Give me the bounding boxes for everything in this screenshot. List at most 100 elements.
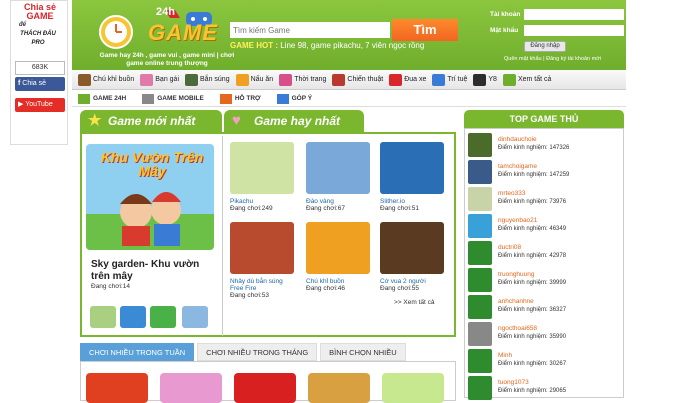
game-name[interactable]: Pikachu [230,198,294,205]
player-avatar[interactable] [468,322,492,346]
password-input[interactable] [524,25,624,36]
game-card[interactable]: Cờ vua 2 người Đang chơi:55 [380,222,444,292]
player-avatar[interactable] [468,376,492,400]
player-avatar[interactable] [468,160,492,184]
player-name[interactable]: dinhdauchoie [498,136,537,143]
category-2[interactable]: Bạn gái [140,73,179,86]
player-name[interactable]: ngocthoai658 [498,325,537,332]
player-row[interactable]: tamchoigame Điểm kinh nghiệm: 147259 [468,159,620,185]
player-avatar[interactable] [468,349,492,373]
player-avatar[interactable] [468,268,492,292]
game-plays: Đang chơi:46 [306,285,345,292]
featured-game-thumbnail[interactable]: Khu Vườn Trên Mây [86,144,214,250]
game-name[interactable]: Cờ vua 2 người [380,278,444,285]
player-name[interactable]: anhchanhne [498,298,534,305]
sub-nav: GAME 24H GAME MOBILE HỖ TRỢ GÓP Ý [72,91,626,107]
ranking-tabs: CHƠI NHIỀU TRONG TUẦN CHƠI NHIỀU TRONG TH… [80,343,456,361]
game-thumbnail[interactable] [306,222,370,274]
category-5[interactable]: Thời trang [279,73,327,86]
mini-thumb-4[interactable] [182,306,208,328]
game-thumbnail[interactable] [306,142,370,194]
ranking-tab-1[interactable]: CHƠI NHIỀU TRONG TUẦN [80,343,195,361]
player-name[interactable]: mrteo333 [498,190,525,197]
category-icon [332,73,346,86]
game-thumbnail[interactable] [230,142,294,194]
ranking-thumb-1[interactable] [86,373,148,403]
game-thumbnail[interactable] [380,142,444,194]
search-input[interactable] [230,22,390,38]
subnav-item-3[interactable]: HỖ TRỢ [219,93,261,104]
category-7[interactable]: Đua xe [389,73,426,86]
category-icon [389,73,403,86]
player-row[interactable]: nguyenbao21 Điểm kinh nghiệm: 46349 [468,213,620,239]
player-row[interactable]: ngocthoai658 Điểm kinh nghiệm: 35990 [468,321,620,347]
tab-hot-games[interactable]: ♥ Game hay nhất [224,110,364,132]
player-name[interactable]: Minh [498,352,512,359]
game-name[interactable]: Nhảy dù bắn súng Free Fire [230,278,294,292]
category-1[interactable]: Chú khỉ buồn [78,73,134,86]
ranking-tab-2[interactable]: CHƠI NHIỀU TRONG THÁNG [197,343,318,361]
featured-title[interactable]: Sky garden- Khu vườn trên mây [91,259,219,283]
game-thumbnail[interactable] [380,222,444,274]
ranking-thumb-3[interactable] [234,373,296,403]
site-tagline: Game hay 24h , game vui , game mini | ch… [99,52,235,67]
subnav-item-1[interactable]: GAME 24H [78,93,126,104]
facebook-share-button[interactable]: f Chia sẻ [15,77,65,91]
player-avatar[interactable] [468,133,492,157]
category-10[interactable]: Xem tất cả [502,73,551,86]
player-name[interactable]: tuong1073 [498,379,529,386]
player-name[interactable]: ductri08 [498,244,521,251]
category-3[interactable]: Bắn súng [185,73,230,86]
game-card[interactable]: Đào vàng Đang chơi:67 [306,142,370,212]
subnav-label: GÓP Ý [291,95,313,102]
tab-new-games[interactable]: ★ Game mới nhất [80,110,222,132]
player-avatar[interactable] [468,295,492,319]
game-name[interactable]: Chú khỉ buồn [306,278,370,285]
ranking-thumb-2[interactable] [160,373,222,403]
player-avatar[interactable] [468,187,492,211]
player-row[interactable]: dinhdauchoie Điểm kinh nghiệm: 147326 [468,132,620,158]
game-card[interactable]: Nhảy dù bắn súng Free Fire Đang chơi:53 [230,222,294,299]
game-name[interactable]: Đào vàng [306,198,370,205]
game-name[interactable]: Slither.io [380,198,444,205]
player-name[interactable]: tamchoigame [498,163,537,170]
youtube-button[interactable]: ▶ YouTube [15,98,65,112]
game-card[interactable]: Slither.io Đang chơi:51 [380,142,444,212]
share-brand: Chia sẻ GAME để THÁCH ĐẤU PRO [13,3,67,48]
ranking-thumb-5[interactable] [382,373,444,403]
account-links[interactable]: Quên mật khẩu | Đăng ký tài khoản mới [504,56,601,62]
player-row[interactable]: mrteo333 Điểm kinh nghiệm: 73976 [468,186,620,212]
username-label: Tài khoản [490,11,521,18]
game-card[interactable]: Pikachu Đang chơi:249 [230,142,294,212]
new-games-label: Game mới nhất [108,114,196,128]
see-all-link[interactable]: >> Xem tất cả [394,299,434,306]
mini-thumb-3[interactable] [150,306,176,328]
category-9[interactable]: Y8 [473,73,497,86]
player-avatar[interactable] [468,214,492,238]
login-button[interactable]: Đăng nhập [524,41,566,52]
category-4[interactable]: Nấu ăn [235,73,273,86]
subnav-item-2[interactable]: GAME MOBILE [142,93,204,104]
username-input[interactable] [524,9,624,20]
ranking-thumb-4[interactable] [308,373,370,403]
ranking-tab-3[interactable]: BÌNH CHỌN NHIỀU [320,343,406,361]
player-row[interactable]: tuong1073 Điểm kinh nghiệm: 29065 [468,375,620,401]
mini-thumb-2[interactable] [120,306,146,328]
player-row[interactable]: ductri08 Điểm kinh nghiệm: 42978 [468,240,620,266]
hot-links[interactable]: Line 98, game pikachu, 7 viên ngọc rồng [280,41,424,50]
player-name[interactable]: nguyenbao21 [498,217,537,224]
category-8[interactable]: Trí tuệ [432,73,467,86]
player-row[interactable]: Minh Điểm kinh nghiệm: 30267 [468,348,620,374]
search-button[interactable]: Tìm [392,19,458,41]
subnav-item-4[interactable]: GÓP Ý [276,93,313,104]
site-logo[interactable]: 24h GAME [90,4,230,54]
mini-thumb-1[interactable] [90,306,116,328]
player-name[interactable]: truonghuung [498,271,535,278]
player-row[interactable]: anhchanhne Điểm kinh nghiệm: 36327 [468,294,620,320]
game-card[interactable]: Chú khỉ buồn Đang chơi:46 [306,222,370,292]
game-thumbnail[interactable] [230,222,294,274]
category-6[interactable]: Chiến thuật [332,73,383,86]
category-label: Thời trang [294,76,327,83]
player-avatar[interactable] [468,241,492,265]
player-row[interactable]: truonghuung Điểm kinh nghiệm: 39999 [468,267,620,293]
